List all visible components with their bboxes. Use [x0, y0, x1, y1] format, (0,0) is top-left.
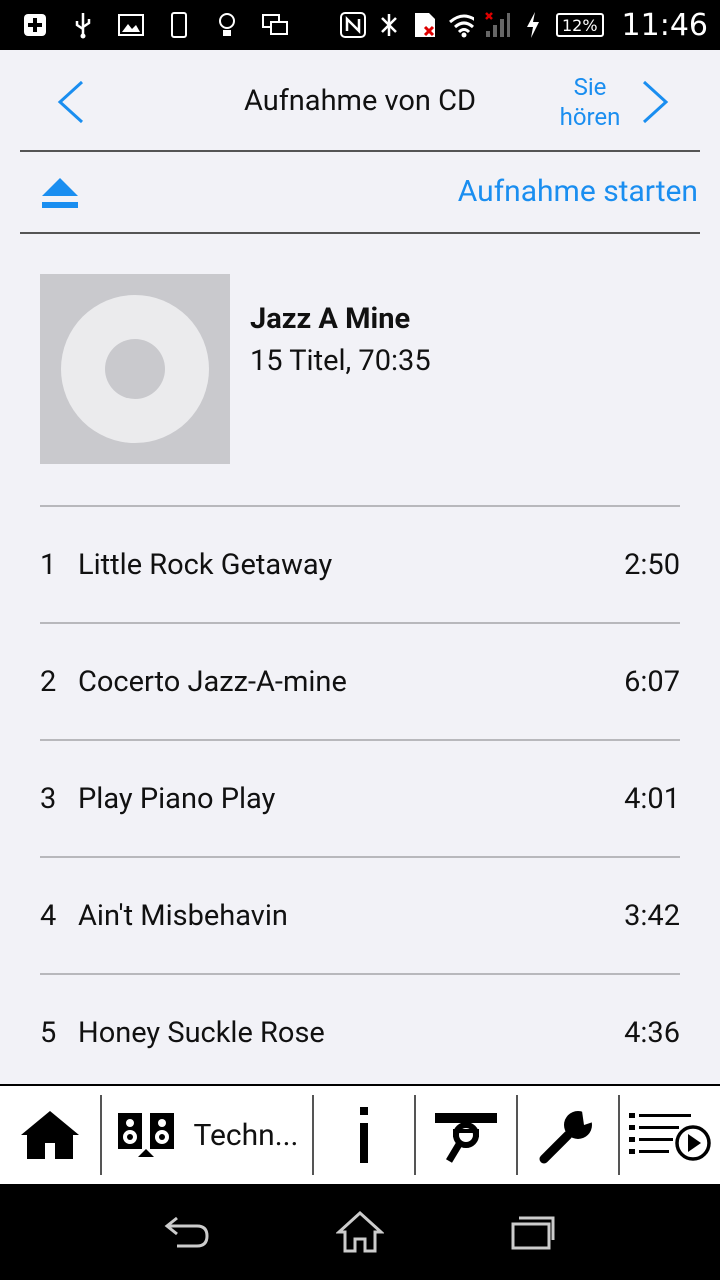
track-number: 1: [40, 547, 57, 582]
album-subtitle: 15 Titel, 70:35: [250, 344, 431, 378]
nav-back-button[interactable]: [157, 1202, 217, 1262]
sim-icon: [412, 12, 438, 38]
device-setup-icon: [435, 1113, 497, 1163]
source-button[interactable]: Techn...: [102, 1095, 314, 1175]
track-number: 2: [40, 664, 57, 699]
image-icon: [118, 12, 144, 38]
track-duration: 4:01: [624, 781, 680, 816]
bluetooth-off-icon: [376, 12, 402, 38]
phone-icon: [166, 12, 192, 38]
track-row[interactable]: 4 Ain't Misbehavin 3:42: [40, 856, 680, 973]
source-label: Techn...: [193, 1117, 299, 1153]
header: Aufnahme von CD Sie hören: [0, 50, 720, 150]
track-number: 3: [40, 781, 57, 816]
plus-icon: [22, 12, 48, 38]
speakers-icon: [117, 1113, 174, 1157]
album-cover: [40, 274, 230, 464]
recents-icon: [511, 1216, 555, 1250]
action-row: Aufnahme starten: [0, 152, 720, 232]
wrench-icon: [539, 1111, 596, 1164]
bulb-icon: [214, 12, 240, 38]
track-duration: 3:42: [624, 898, 680, 933]
track-title: Little Rock Getaway: [78, 547, 333, 582]
system-nav-bar: [0, 1184, 720, 1280]
now-playing-button[interactable]: Sie hören: [552, 72, 672, 132]
wifi-icon: [448, 12, 474, 38]
playlist-play-icon: [629, 1113, 711, 1161]
track-duration: 2:50: [624, 547, 680, 582]
usb-icon: [70, 12, 96, 39]
disc-icon: [61, 295, 209, 443]
track-row[interactable]: 3 Play Piano Play 4:01: [40, 739, 680, 856]
device-settings-button[interactable]: [416, 1095, 518, 1175]
battery-indicator: 12%: [555, 13, 604, 37]
chevron-right-icon: [642, 80, 669, 124]
info-icon: [360, 1107, 368, 1163]
track-duration: 4:36: [624, 1015, 680, 1050]
home-outline-icon: [335, 1210, 384, 1253]
album-title: Jazz A Mine: [250, 302, 411, 336]
track-row[interactable]: 1 Little Rock Getaway 2:50: [40, 505, 680, 622]
divider: [20, 232, 700, 234]
clock: 11:46: [621, 7, 708, 43]
track-title: Play Piano Play: [78, 781, 276, 816]
eject-icon[interactable]: [40, 176, 80, 212]
back-arrow-icon: [164, 1216, 209, 1248]
status-bar: 12% 11:46: [0, 0, 720, 50]
home-button[interactable]: [0, 1095, 102, 1175]
nfc-icon: [339, 12, 366, 38]
track-title: Ain't Misbehavin: [78, 898, 288, 933]
screens-icon: [262, 12, 288, 38]
nav-recents-button[interactable]: [503, 1202, 563, 1262]
track-number: 5: [40, 1015, 57, 1050]
nav-home-button[interactable]: [330, 1202, 390, 1262]
now-playing-label: Sie hören: [559, 73, 621, 131]
home-icon: [21, 1111, 79, 1159]
info-button[interactable]: [314, 1095, 416, 1175]
playlist-button[interactable]: [620, 1095, 720, 1175]
settings-button[interactable]: [518, 1095, 620, 1175]
track-row[interactable]: 5 Honey Suckle Rose 4:36: [40, 973, 680, 1090]
track-list: 1 Little Rock Getaway 2:50 2 Cocerto Jaz…: [40, 505, 680, 1090]
charging-icon: [520, 12, 546, 38]
track-duration: 6:07: [624, 664, 680, 699]
start-recording-button[interactable]: Aufnahme starten: [458, 174, 698, 209]
album-info: Jazz A Mine 15 Titel, 70:35: [40, 274, 680, 464]
bottom-toolbar: Techn...: [0, 1084, 720, 1184]
track-number: 4: [40, 898, 57, 933]
track-title: Cocerto Jazz-A-mine: [78, 664, 347, 699]
signal-icon: [484, 12, 510, 38]
track-title: Honey Suckle Rose: [78, 1015, 325, 1050]
track-row[interactable]: 2 Cocerto Jazz-A-mine 6:07: [40, 622, 680, 739]
